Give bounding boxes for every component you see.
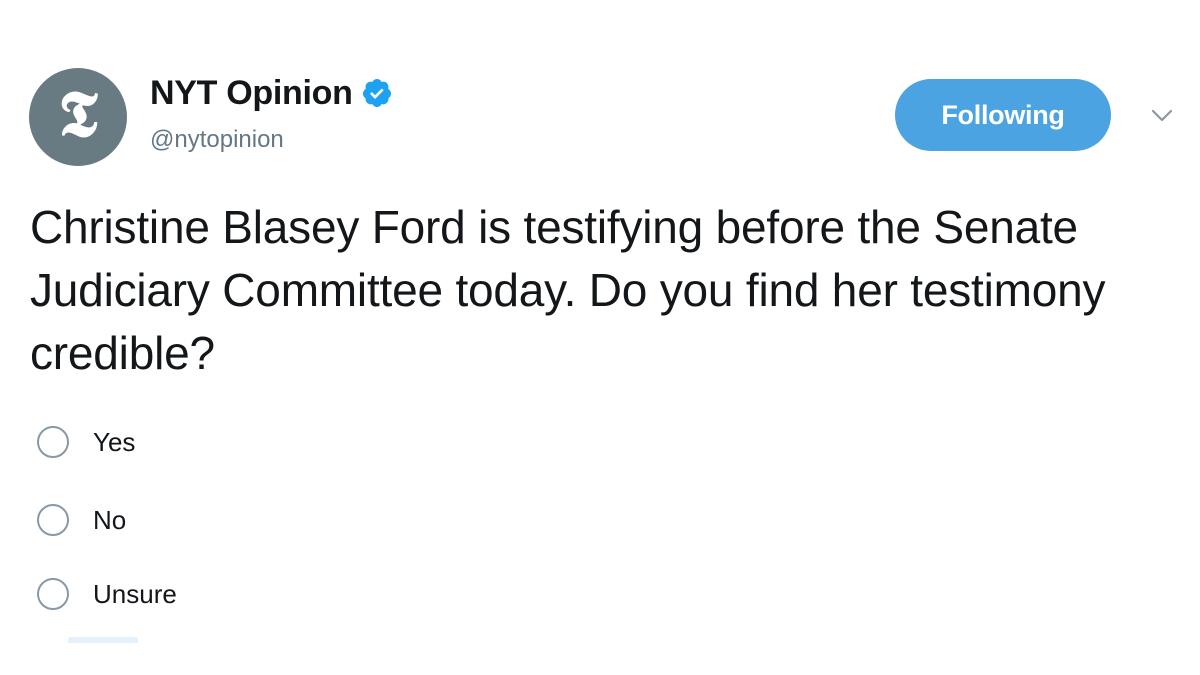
poll-option-label: Unsure <box>93 578 177 609</box>
poll-option-label: Yes <box>93 426 136 457</box>
tweet-card: 𝕿 NYT Opinion @nytopinion Following Chri… <box>0 0 1200 675</box>
vote-button-edge[interactable] <box>68 637 138 643</box>
following-button[interactable]: Following <box>895 79 1111 151</box>
avatar[interactable]: 𝕿 <box>29 68 127 166</box>
nyt-t-logo-icon: 𝕿 <box>58 77 98 152</box>
poll-option-unsure[interactable]: Unsure <box>37 574 177 614</box>
radio-button[interactable] <box>37 426 69 458</box>
display-name[interactable]: NYT Opinion <box>150 74 353 113</box>
account-info: NYT Opinion @nytopinion <box>150 72 393 154</box>
handle[interactable]: @nytopinion <box>150 126 393 154</box>
radio-button[interactable] <box>37 578 69 610</box>
verified-badge-icon <box>362 79 391 107</box>
poll-option-yes[interactable]: Yes <box>37 422 135 462</box>
name-row: NYT Opinion <box>150 72 393 114</box>
radio-button[interactable] <box>37 504 69 536</box>
chevron-down-icon[interactable] <box>1150 108 1174 124</box>
poll-option-no[interactable]: No <box>37 500 126 540</box>
poll-option-label: No <box>93 504 127 535</box>
tweet-text: Christine Blasey Ford is testifying befo… <box>30 201 1106 379</box>
